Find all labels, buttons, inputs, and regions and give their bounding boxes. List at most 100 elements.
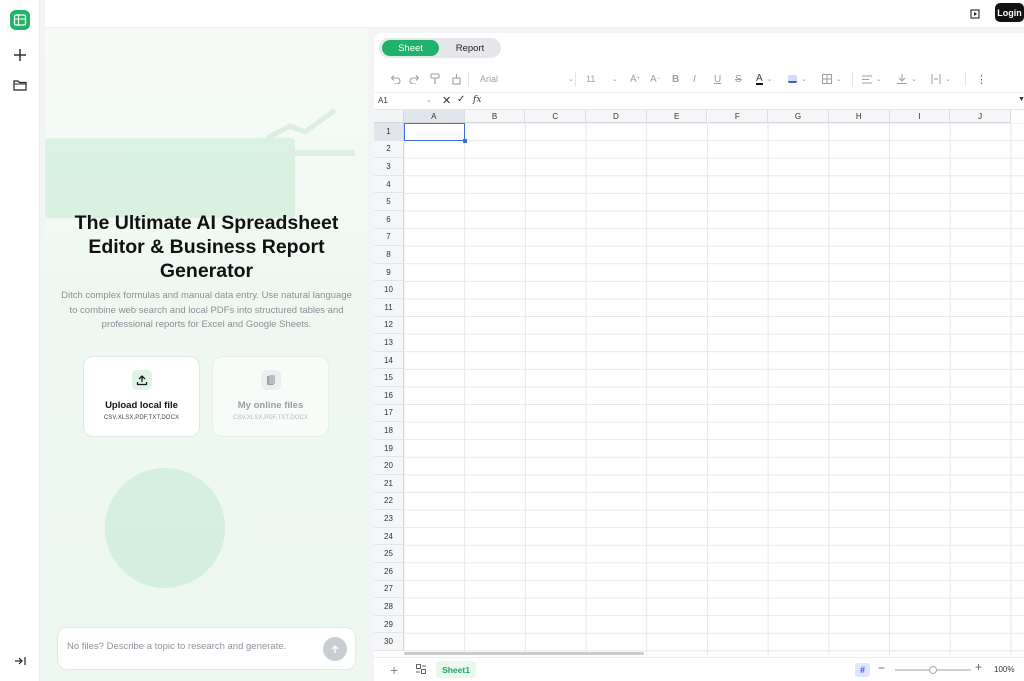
decrease-font-icon[interactable]: A −	[650, 72, 660, 86]
send-button[interactable]	[323, 637, 347, 661]
toolbar-divider	[468, 72, 469, 86]
fill-color-icon[interactable]: ⌄	[788, 72, 810, 86]
row-header[interactable]: 13	[374, 334, 404, 352]
cancel-formula-icon[interactable]: ✕	[442, 94, 451, 107]
row-header[interactable]: 24	[374, 527, 404, 546]
zoom-slider-knob[interactable]	[929, 666, 937, 674]
font-family-select[interactable]: Arial ⌄	[480, 72, 575, 86]
toolbar-divider	[852, 72, 853, 86]
row-header[interactable]: 22	[374, 492, 404, 511]
upload-icon	[132, 370, 152, 390]
sheet-tab[interactable]: Sheet1	[436, 661, 476, 678]
row-header[interactable]: 21	[374, 475, 404, 493]
row-header[interactable]: 30	[374, 633, 404, 651]
column-header[interactable]: C	[525, 110, 587, 123]
row-header[interactable]: 25	[374, 545, 404, 563]
row-header[interactable]: 28	[374, 598, 404, 616]
upload-local-file-card[interactable]: Upload local file CSV,XLSX,PDF,TXT,DOCX	[83, 356, 200, 437]
tab-sheet[interactable]: Sheet	[382, 40, 439, 56]
app-logo-icon[interactable]	[10, 10, 30, 30]
borders-icon[interactable]: ⌄	[822, 72, 844, 86]
italic-icon[interactable]: I	[693, 72, 696, 86]
column-header[interactable]: A	[404, 110, 465, 123]
row-header[interactable]: 12	[374, 316, 404, 335]
folder-icon[interactable]	[10, 75, 30, 95]
column-header[interactable]: B	[464, 110, 526, 123]
row-header[interactable]: 27	[374, 580, 404, 599]
new-plus-icon[interactable]	[10, 45, 30, 65]
column-header[interactable]: J	[950, 110, 1011, 123]
tab-report[interactable]: Report	[442, 40, 498, 56]
zoom-in-icon[interactable]: +	[975, 660, 982, 674]
row-header[interactable]: 20	[374, 457, 404, 475]
row-header[interactable]: 16	[374, 387, 404, 405]
row-header[interactable]: 2	[374, 140, 404, 159]
chevron-down-icon[interactable]: ⌄	[426, 96, 432, 104]
row-header[interactable]: 4	[374, 175, 404, 194]
selected-cell[interactable]	[404, 123, 467, 143]
row-header[interactable]: 9	[374, 263, 404, 282]
row-header[interactable]: 18	[374, 422, 404, 440]
confirm-formula-icon[interactable]: ✓	[457, 94, 465, 105]
row-header[interactable]: 14	[374, 351, 404, 370]
cells-area[interactable]	[404, 123, 1024, 655]
expand-icon[interactable]	[969, 7, 981, 19]
online-card-formats: CSV,XLSX,PDF,TXT,DOCX	[232, 415, 309, 421]
row-header[interactable]: 8	[374, 246, 404, 264]
undo-icon[interactable]	[389, 72, 401, 86]
fill-handle[interactable]	[463, 139, 467, 143]
column-header[interactable]: I	[889, 110, 951, 123]
row-header[interactable]: 19	[374, 439, 404, 458]
strikethrough-icon[interactable]: S	[735, 72, 742, 86]
sheet-list-icon[interactable]	[416, 664, 426, 674]
format-painter-icon[interactable]	[430, 72, 441, 86]
row-header[interactable]: 29	[374, 615, 404, 634]
gridlines-icon[interactable]: #	[855, 663, 870, 677]
row-header[interactable]: 5	[374, 193, 404, 211]
column-header[interactable]: D	[586, 110, 647, 123]
horizontal-scrollbar[interactable]	[404, 652, 644, 655]
underline-icon[interactable]: U	[714, 72, 721, 86]
row-header[interactable]: 1	[374, 123, 404, 141]
redo-icon[interactable]	[409, 72, 421, 86]
font-size-select[interactable]: 11 ⌄	[586, 72, 622, 86]
online-files-card[interactable]: My online files CSV,XLSX,PDF,TXT,DOCX	[212, 356, 329, 437]
text-color-icon[interactable]: A ⌄	[756, 72, 778, 86]
column-header[interactable]: H	[828, 110, 890, 123]
row-header[interactable]: 6	[374, 211, 404, 229]
row-header[interactable]: 23	[374, 510, 404, 528]
row-header[interactable]: 26	[374, 563, 404, 581]
row-header[interactable]: 10	[374, 281, 404, 299]
text-wrap-icon[interactable]: ⌄	[931, 72, 953, 86]
align-icon[interactable]: ⌄	[862, 72, 884, 86]
bold-icon[interactable]: B	[672, 72, 679, 86]
fx-label: fx	[473, 95, 482, 105]
row-header[interactable]: 17	[374, 404, 404, 423]
cell-grid[interactable]: ABCDEFGHIJ 1 2 3 4 5 6 7 8 9 10 11 12 13 14 15 16 17 18 19…	[374, 110, 1024, 655]
column-header[interactable]: F	[707, 110, 769, 123]
expand-formula-icon[interactable]: ▼	[1018, 96, 1024, 103]
login-button[interactable]: Login	[995, 3, 1024, 22]
vertical-align-icon[interactable]: ⌄	[897, 72, 919, 86]
background-decoration	[105, 468, 225, 588]
column-header[interactable]: G	[768, 110, 829, 123]
select-all-corner[interactable]	[374, 110, 404, 123]
clear-format-icon[interactable]	[451, 72, 462, 86]
zoom-out-icon[interactable]: −	[878, 661, 885, 675]
add-sheet-icon[interactable]: +	[390, 662, 398, 678]
increase-font-icon[interactable]: A +	[630, 72, 640, 86]
collapse-sidebar-icon[interactable]	[10, 651, 30, 671]
upload-card-title: Upload local file	[105, 400, 178, 411]
arrow-up-icon	[331, 645, 339, 653]
row-header[interactable]: 15	[374, 369, 404, 387]
more-options-icon[interactable]: ⋮	[976, 72, 987, 86]
column-header[interactable]: E	[646, 110, 708, 123]
row-header[interactable]: 3	[374, 158, 404, 176]
row-header[interactable]: 11	[374, 299, 404, 317]
row-header[interactable]: 7	[374, 228, 404, 247]
top-bar: Login	[45, 0, 1024, 28]
hero-title: The Ultimate AI Spreadsheet Editor & Bus…	[74, 212, 339, 282]
cell-reference[interactable]: A1	[378, 96, 388, 105]
prompt-input[interactable]	[67, 641, 317, 652]
upload-card-formats: CSV,XLSX,PDF,TXT,DOCX	[103, 415, 180, 421]
